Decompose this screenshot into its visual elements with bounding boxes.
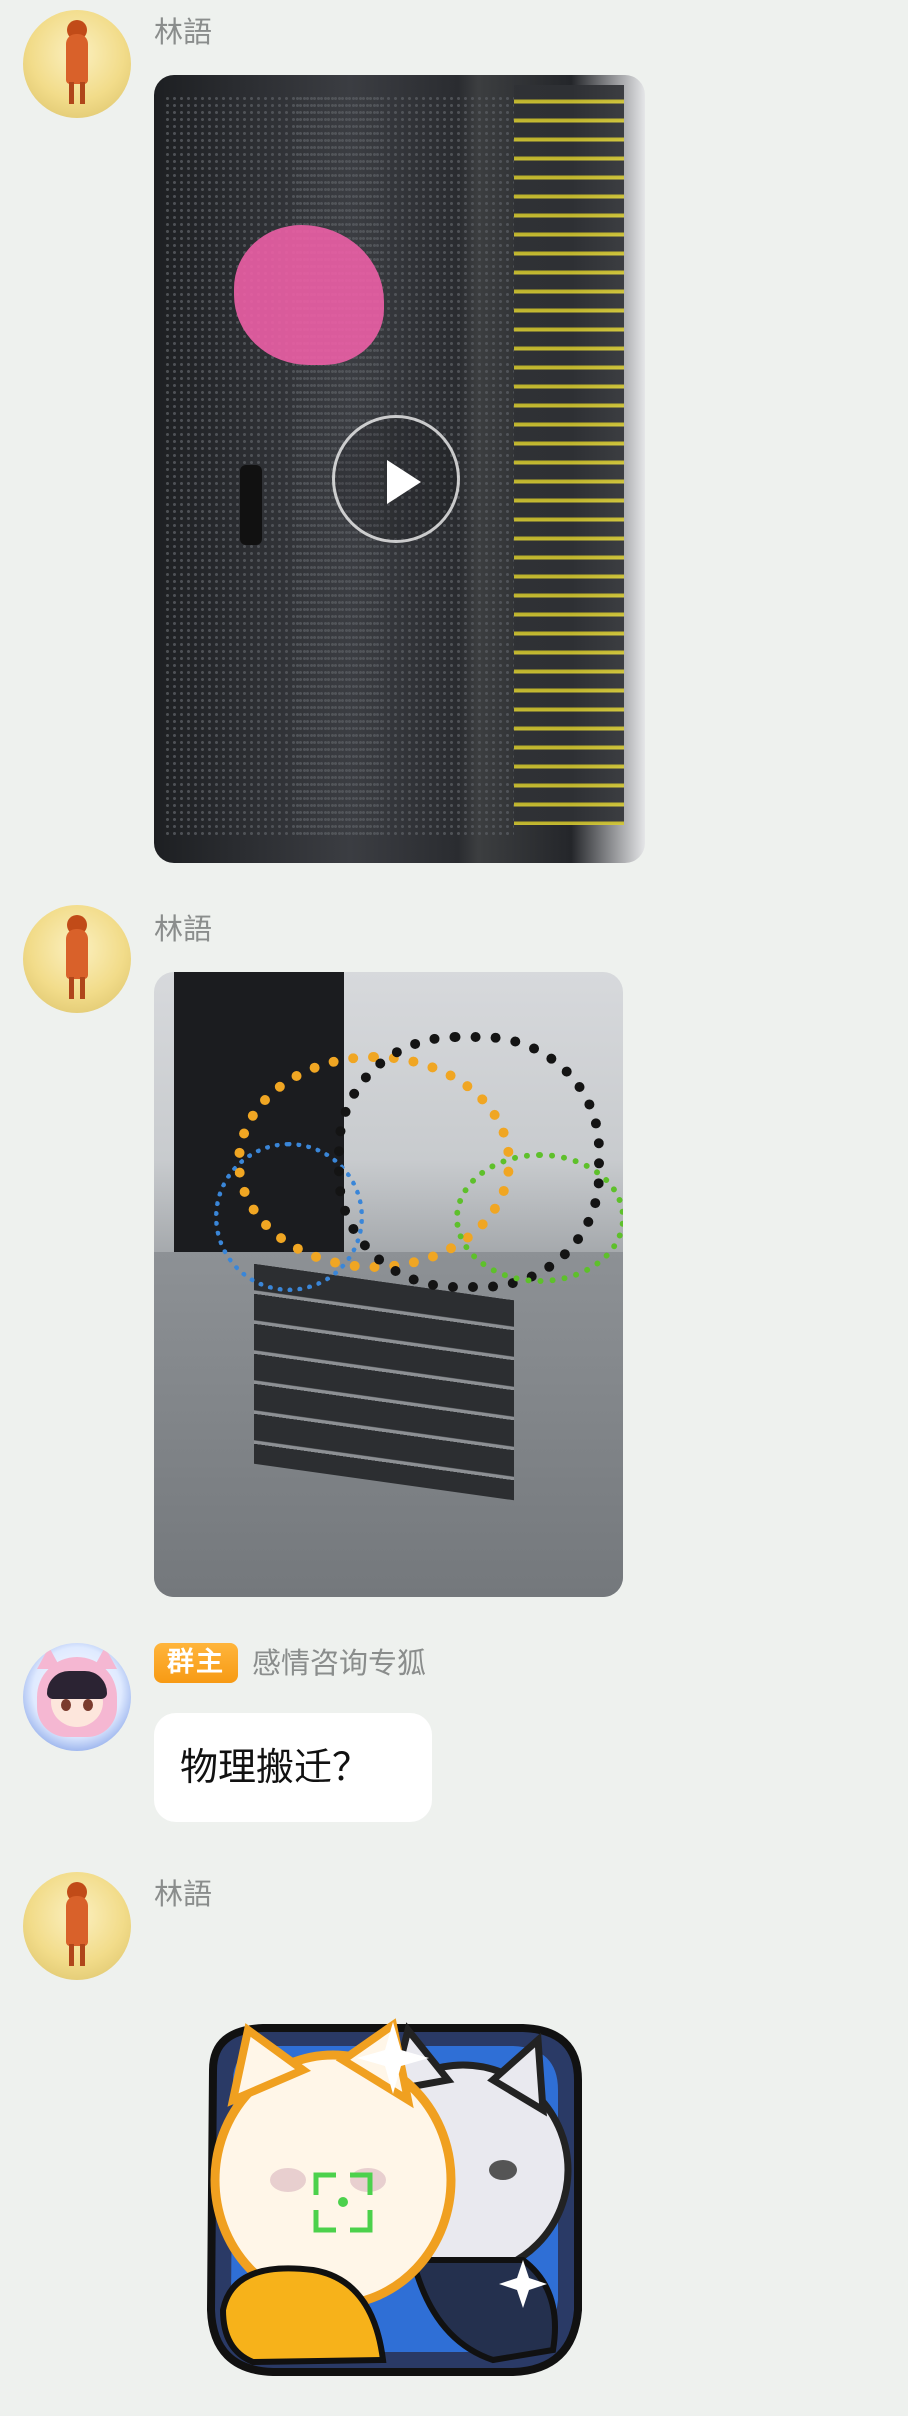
scan-dot [338,2197,348,2207]
avatar-lin-yu[interactable] [23,1872,131,1980]
sender-name: 感情咨询专狐 [252,1646,427,1680]
cable-panel [514,85,624,825]
play-icon [387,460,421,504]
video-message[interactable] [154,75,645,863]
grey-cat-eye-right [489,2160,517,2180]
avatar-figure-legs [69,82,85,104]
image-message[interactable] [154,972,623,1597]
avatar-lin-yu[interactable] [23,905,131,1013]
hair [47,1671,107,1699]
sender-name: 林語 [154,1877,213,1911]
server-stack [254,1263,514,1501]
sender-name: 林語 [154,15,213,49]
avatar-figure-body [66,34,88,84]
avatar-figure-legs [69,1944,85,1966]
text-bubble[interactable]: 物理搬迁？ [154,1713,432,1822]
avatar-figure-body [66,1896,88,1946]
eye-left [61,1699,71,1711]
avatar-lin-yu[interactable] [23,10,131,118]
sticker-message[interactable] [193,2010,593,2380]
rack-handle [240,465,262,545]
avatar-figure-body [66,929,88,979]
group-owner-badge: 群主 [154,1643,238,1683]
eye-right [83,1699,93,1711]
play-button[interactable] [332,415,460,543]
green-cables [454,1152,623,1284]
avatar-fox[interactable] [23,1643,131,1751]
avatar-figure-legs [69,977,85,999]
sender-name: 林語 [154,912,213,946]
yellow-cat-eye-left [270,2168,306,2192]
